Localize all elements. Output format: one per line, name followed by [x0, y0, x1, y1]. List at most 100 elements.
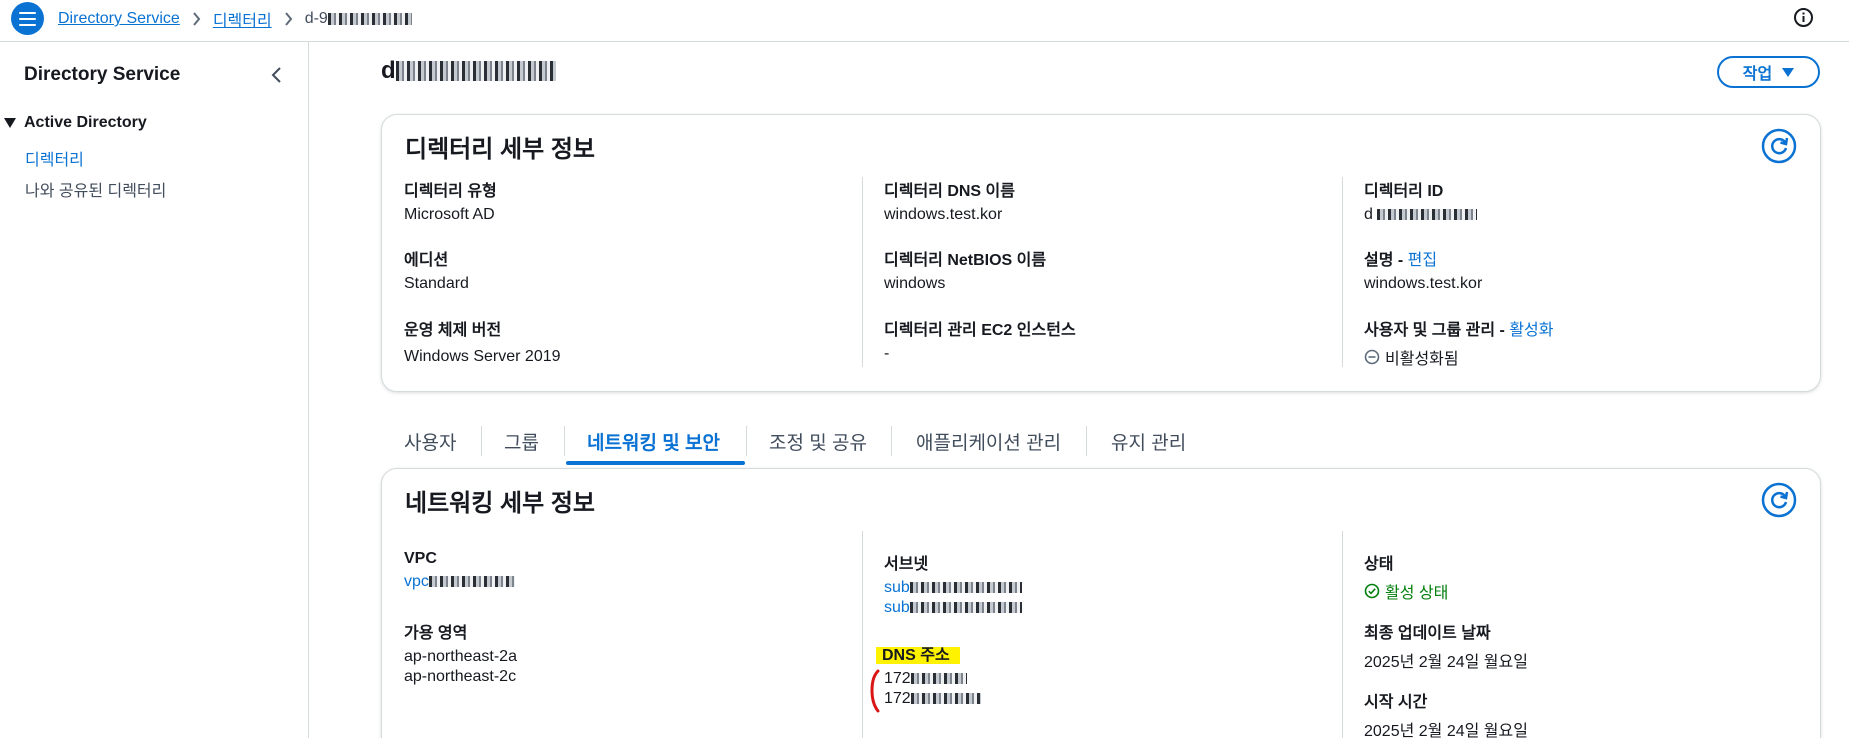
- success-check-icon: [1364, 583, 1380, 599]
- sidebar: Directory Service Active Directory 디렉터리 …: [0, 42, 309, 738]
- subnet-link-text[interactable]: sub: [884, 579, 910, 596]
- vpc-link[interactable]: vpc: [404, 573, 515, 591]
- field-label: 상태: [1364, 556, 1394, 573]
- redacted-text: [327, 12, 412, 25]
- networking-details-card: 네트워킹 세부 정보 VPC vpc 가용 영역 ap-northeast-2a…: [381, 468, 1821, 738]
- field-label: 운영 체제 버전: [404, 322, 502, 339]
- hamburger-menu-button[interactable]: [11, 2, 44, 35]
- status-field: 상태 활성 상태: [1364, 550, 1448, 603]
- field-label: 에디션: [404, 252, 449, 269]
- subnet-field: 서브넷 sub sub: [884, 550, 1022, 617]
- page-title: d: [381, 57, 559, 84]
- vpc-link-text[interactable]: vpc: [404, 573, 429, 590]
- actions-label: 작업: [1742, 66, 1773, 83]
- sidebar-section-active-directory[interactable]: Active Directory: [4, 114, 147, 132]
- tab-application-management[interactable]: 애플리케이션 관리: [916, 428, 1061, 455]
- start-time-field: 시작 시간 2025년 2월 24일 월요일: [1364, 688, 1528, 738]
- subnet-link[interactable]: sub: [884, 599, 1022, 617]
- tab-networking-security[interactable]: 네트워킹 및 보안: [587, 428, 720, 455]
- subnet-link[interactable]: sub: [884, 579, 1022, 597]
- actions-dropdown-button[interactable]: 작업: [1717, 56, 1820, 88]
- field-value: Standard: [404, 275, 469, 292]
- breadcrumb-directories[interactable]: 디렉터리: [213, 7, 272, 31]
- directory-id-text: d: [1364, 206, 1373, 223]
- tab-maintenance[interactable]: 유지 관리: [1111, 428, 1186, 455]
- directory-type-field: 디렉터리 유형 Microsoft AD: [404, 177, 497, 224]
- field-label: DNS 주소: [876, 641, 981, 665]
- field-label: 시작 시간: [1364, 694, 1428, 711]
- os-version-field: 운영 체제 버전 Windows Server 2019: [404, 316, 561, 366]
- field-label: 디렉터리 ID: [1364, 183, 1444, 200]
- ec2-instance-field: 디렉터리 관리 EC2 인스턴스 -: [884, 316, 1076, 363]
- field-value: windows.test.kor: [1364, 275, 1483, 292]
- status-value: 활성 상태: [1364, 579, 1448, 603]
- field-label: 사용자 및 그룹 관리 - 활성화: [1364, 316, 1554, 340]
- field-value: d: [1364, 206, 1478, 224]
- availability-zone-field: 가용 영역 ap-northeast-2a ap-northeast-2c: [404, 619, 517, 686]
- chevron-right-icon: [192, 12, 201, 26]
- az-value: ap-northeast-2a: [404, 648, 517, 665]
- tab-separator: [746, 426, 747, 456]
- netbios-name-field: 디렉터리 NetBIOS 이름 windows: [884, 246, 1046, 293]
- column-divider: [862, 177, 863, 367]
- page-title-text: d: [381, 57, 396, 84]
- column-divider: [1342, 531, 1343, 738]
- dns-address-field: DNS 주소 172 172: [876, 641, 981, 708]
- field-label: 디렉터리 DNS 이름: [884, 183, 1015, 200]
- field-label: 가용 영역: [404, 625, 468, 642]
- edit-description-link[interactable]: 편집: [1408, 252, 1437, 269]
- sidebar-title: Directory Service: [24, 64, 181, 85]
- redacted-text: [909, 582, 1022, 594]
- field-value: windows: [884, 275, 946, 292]
- tab-separator: [564, 426, 565, 456]
- az-value: ap-northeast-2c: [404, 668, 517, 685]
- directory-dns-name-field: 디렉터리 DNS 이름 windows.test.kor: [884, 177, 1015, 224]
- breadcrumb-directory-service[interactable]: Directory Service: [58, 10, 180, 28]
- breadcrumb: Directory Service 디렉터리 d-9: [58, 7, 412, 31]
- field-value: 2025년 2월 24일 월요일: [1364, 654, 1528, 671]
- info-icon[interactable]: [1793, 7, 1814, 28]
- field-value: -: [884, 345, 890, 362]
- breadcrumb-current: d-9: [305, 10, 412, 28]
- field-label: 디렉터리 관리 EC2 인스턴스: [884, 322, 1076, 339]
- field-label: 디렉터리 NetBIOS 이름: [884, 252, 1047, 269]
- dns-address-label: DNS 주소: [876, 647, 960, 664]
- redacted-text: [909, 602, 1022, 614]
- tab-scaling-sharing[interactable]: 조정 및 공유: [769, 428, 867, 455]
- tab-users[interactable]: 사용자: [404, 428, 456, 455]
- sidebar-item-directories[interactable]: 디렉터리: [25, 146, 84, 170]
- directory-id-field: 디렉터리 ID d: [1364, 177, 1478, 224]
- hamburger-icon: [19, 11, 36, 26]
- tab-separator: [891, 426, 892, 456]
- sidebar-item-shared-directories[interactable]: 나와 공유된 디렉터리: [25, 177, 166, 201]
- subnet-link-text[interactable]: sub: [884, 599, 910, 616]
- field-label: VPC: [404, 550, 437, 567]
- redacted-text: [428, 576, 515, 588]
- field-label: 디렉터리 유형: [404, 183, 497, 200]
- caret-down-icon: [4, 118, 16, 128]
- refresh-icon[interactable]: [1761, 482, 1797, 518]
- column-divider: [862, 531, 863, 738]
- tab-separator: [481, 426, 482, 456]
- tab-groups[interactable]: 그룹: [504, 428, 539, 455]
- field-label: 설명 - 편집: [1364, 246, 1482, 270]
- status-text: 활성 상태: [1385, 585, 1449, 602]
- top-bar: Directory Service 디렉터리 d-9: [0, 0, 1849, 42]
- chevron-left-icon[interactable]: [266, 64, 288, 86]
- directory-details-title: 디렉터리 세부 정보: [405, 136, 595, 163]
- caret-down-icon: [1782, 67, 1795, 77]
- edition-field: 에디션 Standard: [404, 246, 469, 293]
- user-group-status: 비활성화됨: [1364, 345, 1554, 369]
- user-group-label: 사용자 및 그룹 관리 -: [1364, 322, 1505, 339]
- redacted-text: [1377, 209, 1478, 221]
- field-value: windows.test.kor: [884, 206, 1003, 223]
- field-label: 서브넷: [884, 556, 929, 573]
- status-text: 비활성화됨: [1385, 351, 1459, 368]
- redacted-text: [395, 61, 556, 81]
- dns-address-text: 172: [884, 670, 911, 687]
- enable-user-group-link[interactable]: 활성화: [1509, 322, 1553, 339]
- user-group-management-field: 사용자 및 그룹 관리 - 활성화 비활성화됨: [1364, 316, 1554, 369]
- description-label: 설명 -: [1364, 252, 1404, 269]
- refresh-icon[interactable]: [1761, 128, 1797, 164]
- last-updated-field: 최종 업데이트 날짜 2025년 2월 24일 월요일: [1364, 619, 1528, 672]
